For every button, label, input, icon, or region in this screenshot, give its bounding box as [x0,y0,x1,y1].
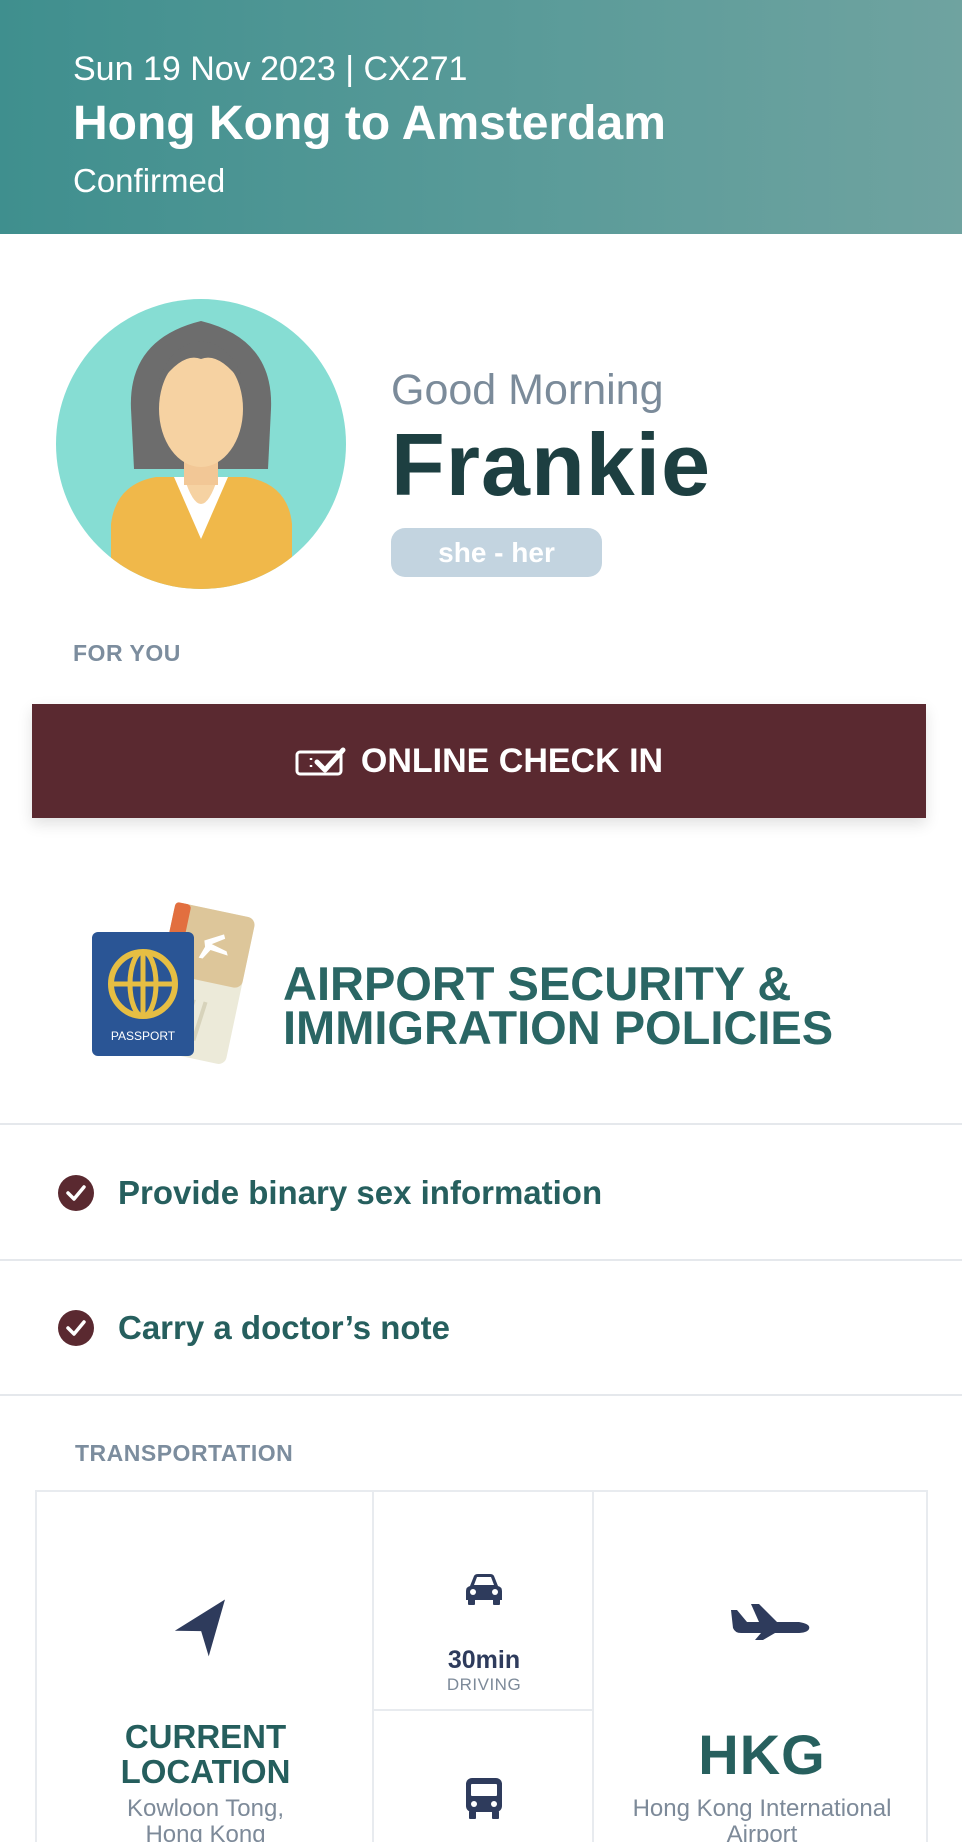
passport-text: PASSPORT [111,1029,176,1043]
policy-title-line-1: AIRPORT SECURITY & [283,957,792,1010]
trip-header: Sun 19 Nov 2023 | CX271 Hong Kong to Ams… [0,0,962,234]
flight-date-number: Sun 19 Nov 2023 | CX271 [73,50,468,88]
passenger-name: Frankie [391,415,712,514]
origin-address-line-1: Kowloon Tong, [126,1795,284,1822]
driving-mode: DRIVING [446,1675,522,1694]
female-avatar-icon [56,299,346,589]
passport-boarding-pass-icon: PASSPORT [92,902,255,1064]
airport-name: Hong Kong International Airport [594,1796,930,1842]
check-circle-icon [58,1309,94,1346]
online-check-in-button[interactable]: ONLINE CHECK IN [32,704,926,818]
driving-option[interactable]: 30min DRIVING [374,1492,594,1711]
bus-icon [466,1778,502,1819]
policy-item-text: Provide binary sex information [118,1173,603,1211]
origin-cell[interactable]: CURRENT LOCATION Kowloon Tong, Hong Kong [37,1492,374,1842]
transportation-card: CURRENT LOCATION Kowloon Tong, Hong Kong… [35,1490,928,1842]
transportation-label: TRANSPORTATION [75,1440,294,1466]
origin-address-line-2: Hong Kong [145,1821,266,1842]
airport-code: HKG [698,1723,826,1786]
airport-name-line-1: Hong Kong International [632,1795,892,1822]
bus-option[interactable] [374,1711,594,1842]
origin-address: Kowloon Tong, Hong Kong [37,1796,374,1842]
policy-item[interactable]: Carry a doctor’s note [0,1259,962,1396]
policy-title-line-2: IMMIGRATION POLICIES [283,1001,834,1054]
check-in-label: ONLINE CHECK IN [360,741,664,780]
policy-item-text: Carry a doctor’s note [118,1308,450,1346]
driving-time: 30min [447,1646,521,1674]
navigation-arrow-icon [174,1599,225,1657]
booking-status: Confirmed [73,162,226,199]
airplane-icon [731,1604,810,1640]
destination-cell[interactable]: HKG Hong Kong International Airport [594,1492,930,1842]
policy-item[interactable]: Provide binary sex information [0,1123,962,1260]
policy-title: AIRPORT SECURITY & IMMIGRATION POLICIES [283,957,923,1054]
origin-title: CURRENT LOCATION [37,1719,374,1789]
origin-title-line-1: CURRENT [124,1718,287,1755]
for-you-label: FOR YOU [73,640,181,666]
origin-title-line-2: LOCATION [120,1753,291,1790]
route-title: Hong Kong to Amsterdam [73,97,666,150]
ticket-check-icon [295,747,346,776]
greeting-text: Good Morning [391,366,664,414]
check-circle-icon [58,1174,94,1211]
airport-name-line-2: Airport [726,1821,798,1842]
pronoun-badge: she - her [391,528,602,577]
car-icon [466,1574,502,1605]
